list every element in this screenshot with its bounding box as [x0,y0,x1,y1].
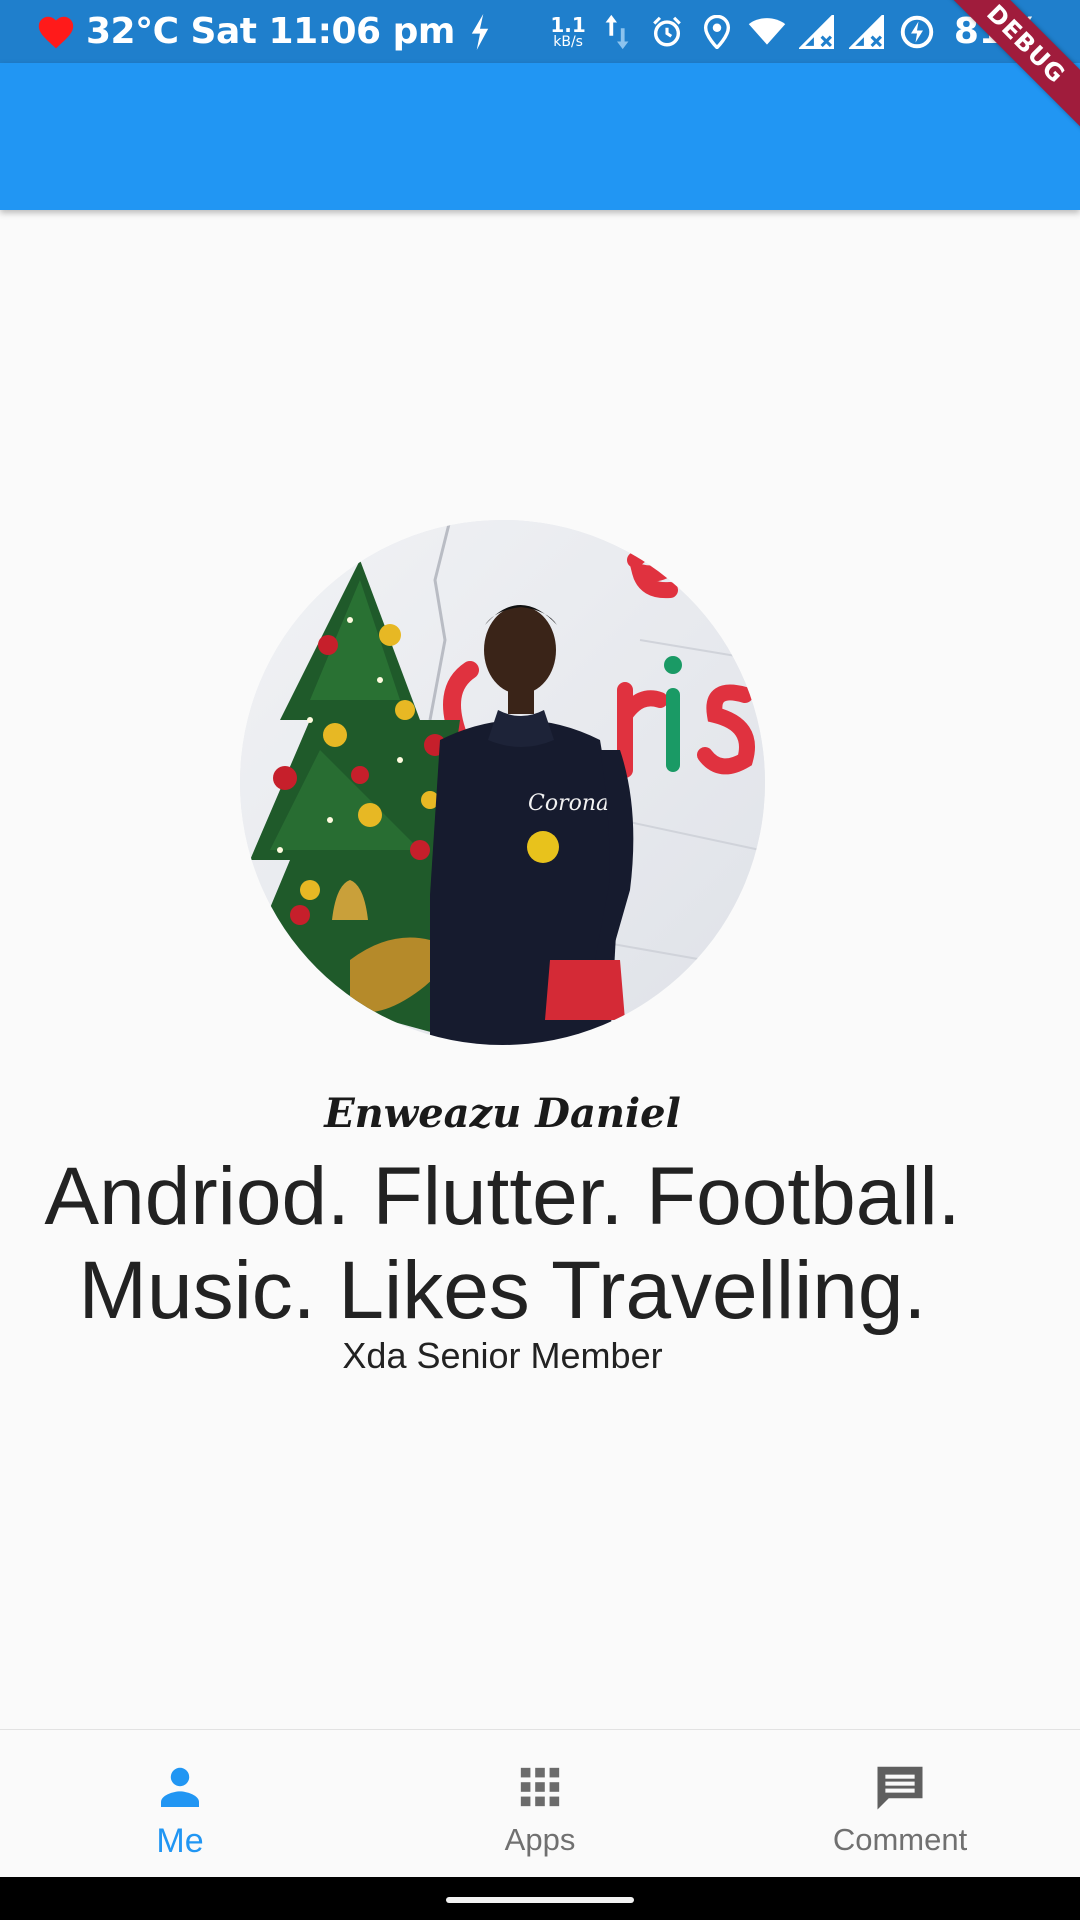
network-rate-unit: kB/s [553,33,583,50]
app-bar [0,63,1080,210]
network-rate: 1.1 kB/s [550,15,585,49]
nav-item-me[interactable]: Me [0,1730,360,1877]
status-weather-time: 32°C Sat 11:06 pm [86,11,455,52]
person-icon [153,1760,207,1814]
home-gesture-handle[interactable] [446,1897,634,1903]
comment-icon [873,1760,927,1814]
screen: 32°C Sat 11:06 pm 1.1 kB/s DEBUG Corona … [0,0,1080,1920]
status-left: 32°C Sat 11:06 pm [36,0,495,63]
nav-label-me: Me [156,1822,204,1860]
svg-text:Corona: Corona [528,791,609,816]
wifi-icon [748,13,786,51]
signal-icon-2 [848,13,886,51]
nav-label-apps: Apps [504,1822,576,1857]
alarm-icon [648,13,686,51]
flash-icon [465,12,495,52]
avatar-photo: Corona [240,520,765,1045]
profile-name: Enweazu Daniel [324,1090,681,1137]
nav-item-apps[interactable]: Apps [360,1730,720,1877]
nav-item-comment[interactable]: Comment [720,1730,1080,1877]
profile-avatar: Corona [240,520,765,1045]
battery-saver-icon [898,13,936,51]
bottom-navigation: Me Apps Comment [0,1729,1080,1877]
profile-subtitle: Xda Senior Member [342,1335,663,1376]
system-navigation-bar [0,1877,1080,1920]
data-arrows-icon [598,13,636,51]
network-rate-value: 1.1 [550,12,586,37]
profile-bio: Andriod. Flutter. Football. Music. Likes… [44,1151,961,1336]
signal-icon [798,13,836,51]
nav-label-comment: Comment [832,1822,968,1857]
status-bar: 32°C Sat 11:06 pm 1.1 kB/s [0,0,1080,63]
location-icon [698,13,736,51]
apps-grid-icon [513,1760,567,1814]
heart-icon [36,12,76,52]
